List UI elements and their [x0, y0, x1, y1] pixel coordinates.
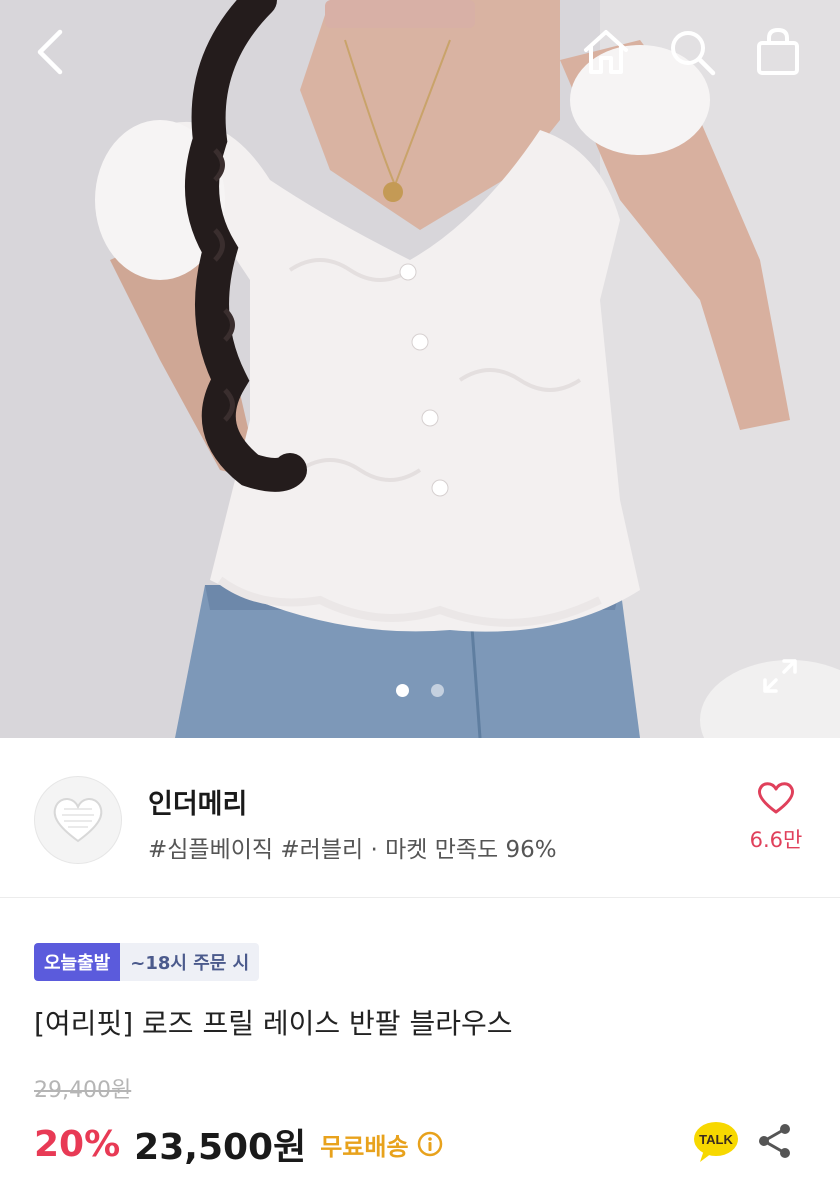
- original-price: 29,400원: [34, 1078, 132, 1103]
- fullscreen-button[interactable]: [752, 648, 808, 704]
- back-button[interactable]: [20, 22, 80, 82]
- cart-button[interactable]: [748, 22, 808, 82]
- share-icon: [759, 1124, 790, 1158]
- shop-tags: #심플베이직 #러블리 · 마켓 만족도 96%: [148, 837, 557, 863]
- expand-icon: [763, 659, 797, 693]
- product-image[interactable]: [0, 0, 840, 738]
- kakaotalk-icon: TALK: [694, 1122, 738, 1162]
- kakaotalk-label: TALK: [699, 1132, 733, 1147]
- shop-avatar[interactable]: [34, 776, 122, 864]
- search-icon: [671, 31, 716, 76]
- product-photo-illustration: [0, 0, 840, 738]
- chevron-left-icon: [37, 29, 63, 75]
- shop-name[interactable]: 인더메리: [148, 782, 247, 821]
- product-title: [여리핏] 로즈 프릴 레이스 반팔 블라우스: [34, 1007, 513, 1040]
- search-button[interactable]: [662, 22, 722, 82]
- sale-price: 23,500원: [134, 1127, 307, 1168]
- heart-logo-icon: [53, 798, 103, 843]
- pagination-dot-2[interactable]: [431, 684, 444, 697]
- shipping-info-button[interactable]: [417, 1131, 443, 1157]
- like-button[interactable]: 6.6만: [740, 780, 812, 854]
- home-icon: [584, 30, 628, 74]
- shop-info[interactable]: 인더메리 #심플베이직 #러블리 · 마켓 만족도 96% 6.6만: [0, 738, 840, 898]
- kakaotalk-button[interactable]: TALK: [692, 1120, 740, 1164]
- like-count: 6.6만: [749, 828, 803, 852]
- home-button[interactable]: [576, 22, 636, 82]
- price-row: 20% 23,500원 무료배송: [34, 1118, 443, 1170]
- discount-rate: 20%: [34, 1123, 121, 1165]
- image-pagination: [0, 684, 840, 697]
- today-shipping-badge: 오늘출발: [34, 943, 121, 981]
- pagination-dot-1[interactable]: [396, 684, 409, 697]
- share-button[interactable]: [752, 1118, 798, 1164]
- free-shipping-label: 무료배송: [320, 1132, 409, 1161]
- heart-icon: [757, 782, 795, 814]
- shopping-bag-icon: [757, 27, 799, 75]
- shipping-cutoff-badge: ~18시 주문 시: [120, 943, 260, 981]
- shipping-badge: 오늘출발 ~18시 주문 시: [34, 943, 260, 981]
- info-icon: [417, 1131, 442, 1157]
